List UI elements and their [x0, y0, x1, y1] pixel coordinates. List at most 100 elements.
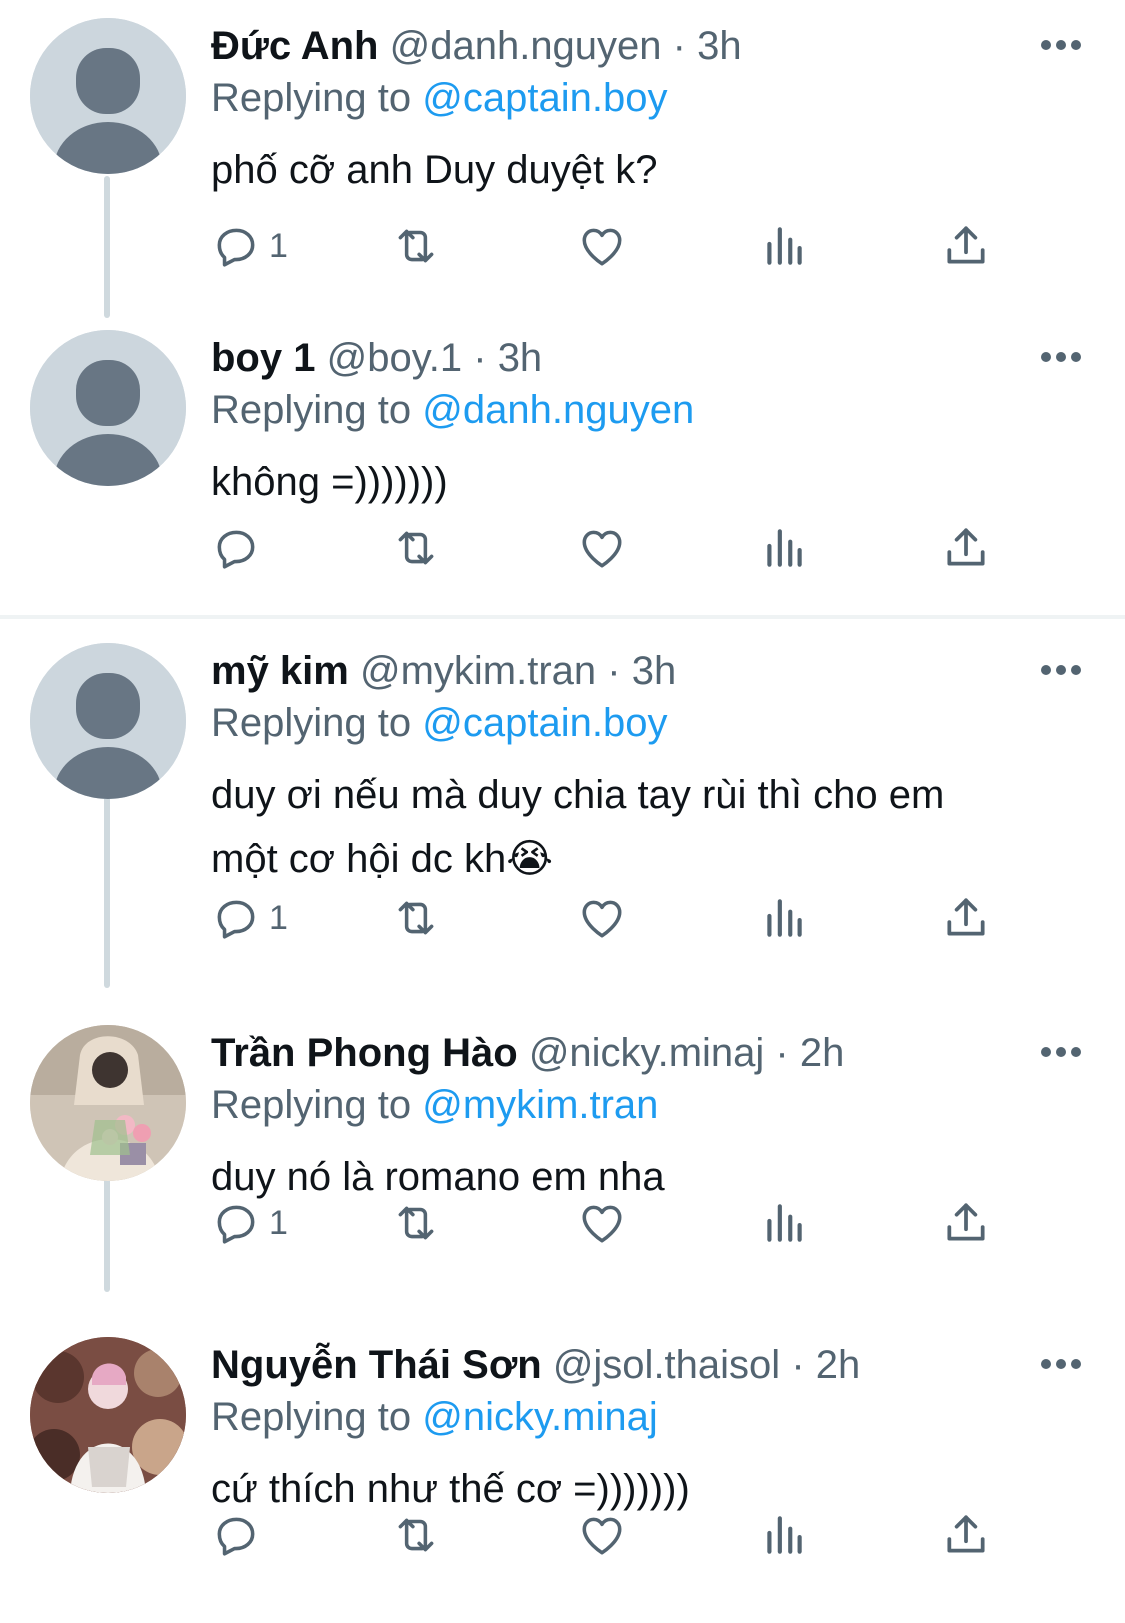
- tweet-header: Nguyễn Thái Sơn @jsol.thaisol · 2h: [211, 1341, 1005, 1389]
- action-bar: [211, 1505, 1025, 1565]
- views-button[interactable]: [759, 518, 809, 578]
- replying-to-label: Replying to: [211, 1395, 412, 1439]
- avatar[interactable]: [30, 643, 186, 799]
- share-button[interactable]: [941, 216, 991, 276]
- retweet-icon: [391, 1198, 441, 1248]
- replying-to-line: Replying to @danh.nguyen: [211, 386, 1085, 434]
- like-button[interactable]: [577, 216, 627, 276]
- action-bar: 1: [211, 888, 1025, 948]
- share-icon: [941, 523, 991, 573]
- display-name[interactable]: mỹ kim: [211, 649, 349, 693]
- user-handle[interactable]: @jsol.thaisol: [553, 1343, 780, 1387]
- retweet-button[interactable]: [391, 216, 441, 276]
- retweet-button[interactable]: [391, 888, 441, 948]
- bar-chart-icon: [759, 1510, 809, 1560]
- share-button[interactable]: [941, 888, 991, 948]
- share-button[interactable]: [941, 1193, 991, 1253]
- tweet[interactable]: boy 1 @boy.1 · 3h Replying to @danh.nguy…: [0, 312, 1125, 615]
- timestamp[interactable]: 2h: [800, 1031, 845, 1075]
- tweet[interactable]: Đức Anh @danh.nguyen · 3h Replying to @c…: [0, 0, 1125, 312]
- replying-to-mention[interactable]: @captain.boy: [422, 701, 667, 745]
- reply-button[interactable]: 1: [211, 216, 288, 276]
- share-button[interactable]: [941, 518, 991, 578]
- tweet[interactable]: Nguyễn Thái Sơn @jsol.thaisol · 2h Reply…: [0, 1319, 1125, 1623]
- reply-icon: [211, 1510, 261, 1560]
- display-name[interactable]: Trần Phong Hào: [211, 1031, 518, 1075]
- replying-to-line: Replying to @nicky.minaj: [211, 1393, 1085, 1441]
- reply-icon: [211, 893, 261, 943]
- tweet-header: Trần Phong Hào @nicky.minaj · 2h: [211, 1029, 1005, 1077]
- like-button[interactable]: [577, 1505, 627, 1565]
- reply-button[interactable]: [211, 518, 269, 578]
- more-options-icon[interactable]: [1041, 352, 1081, 364]
- replying-to-mention[interactable]: @danh.nguyen: [422, 388, 694, 432]
- tweet-text: không =))))))): [211, 460, 448, 504]
- more-options-icon[interactable]: [1041, 1359, 1081, 1371]
- views-button[interactable]: [759, 216, 809, 276]
- share-icon: [941, 221, 991, 271]
- heart-icon: [577, 523, 627, 573]
- avatar[interactable]: [30, 1337, 186, 1493]
- timestamp[interactable]: 2h: [816, 1343, 861, 1387]
- display-name[interactable]: boy 1: [211, 336, 315, 380]
- avatar[interactable]: [30, 1025, 186, 1181]
- replying-to-label: Replying to: [211, 388, 412, 432]
- user-handle[interactable]: @boy.1: [327, 336, 463, 380]
- like-button[interactable]: [577, 518, 627, 578]
- replying-to-mention[interactable]: @captain.boy: [422, 76, 667, 120]
- tweet[interactable]: mỹ kim @mykim.tran · 3h Replying to @cap…: [0, 625, 1125, 1007]
- user-handle[interactable]: @danh.nguyen: [390, 24, 662, 68]
- user-handle[interactable]: @nicky.minaj: [529, 1031, 764, 1075]
- replying-to-line: Replying to @mykim.tran: [211, 1081, 1085, 1129]
- reply-button[interactable]: 1: [211, 1193, 288, 1253]
- reply-count: 1: [269, 899, 288, 937]
- default-avatar-icon: [30, 18, 186, 174]
- like-button[interactable]: [577, 888, 627, 948]
- bar-chart-icon: [759, 1198, 809, 1248]
- retweet-icon: [391, 893, 441, 943]
- views-button[interactable]: [759, 1193, 809, 1253]
- bar-chart-icon: [759, 893, 809, 943]
- replying-to-mention[interactable]: @nicky.minaj: [422, 1395, 657, 1439]
- more-options-icon[interactable]: [1041, 1047, 1081, 1059]
- heart-icon: [577, 1510, 627, 1560]
- reply-thread-feed: Đức Anh @danh.nguyen · 3h Replying to @c…: [0, 0, 1125, 1623]
- share-icon: [941, 1510, 991, 1560]
- more-options-icon[interactable]: [1041, 665, 1081, 677]
- profile-photo: [30, 1337, 186, 1493]
- replying-to-mention[interactable]: @mykim.tran: [422, 1083, 658, 1127]
- tweet[interactable]: Trần Phong Hào @nicky.minaj · 2h Replyin…: [0, 1007, 1125, 1319]
- display-name[interactable]: Đức Anh: [211, 24, 378, 68]
- default-avatar-icon: [30, 643, 186, 799]
- avatar[interactable]: [30, 330, 186, 486]
- timestamp[interactable]: 3h: [632, 649, 677, 693]
- views-button[interactable]: [759, 888, 809, 948]
- heart-icon: [577, 221, 627, 271]
- user-handle[interactable]: @mykim.tran: [360, 649, 596, 693]
- avatar[interactable]: [30, 18, 186, 174]
- tweet-text: duy ơi nếu mà duy chia tay rùi thì cho e…: [211, 763, 1065, 891]
- reply-icon: [211, 1198, 261, 1248]
- more-options-icon[interactable]: [1041, 40, 1081, 52]
- views-button[interactable]: [759, 1505, 809, 1565]
- tweet-header: mỹ kim @mykim.tran · 3h: [211, 647, 1005, 695]
- replying-to-line: Replying to @captain.boy: [211, 74, 1085, 122]
- display-name[interactable]: Nguyễn Thái Sơn: [211, 1343, 542, 1387]
- retweet-button[interactable]: [391, 1193, 441, 1253]
- like-button[interactable]: [577, 1193, 627, 1253]
- retweet-button[interactable]: [391, 1505, 441, 1565]
- separator-dot: ·: [473, 336, 487, 380]
- separator-dot: ·: [775, 1031, 789, 1075]
- reply-count: 1: [269, 1204, 288, 1242]
- separator-dot: ·: [672, 24, 686, 68]
- replying-to-label: Replying to: [211, 701, 412, 745]
- separator-dot: ·: [791, 1343, 805, 1387]
- share-button[interactable]: [941, 1505, 991, 1565]
- retweet-button[interactable]: [391, 518, 441, 578]
- replying-to-label: Replying to: [211, 1083, 412, 1127]
- tweet-text-line: một cơ hội dc kh😭: [211, 837, 553, 881]
- reply-button[interactable]: 1: [211, 888, 288, 948]
- timestamp[interactable]: 3h: [697, 24, 742, 68]
- reply-button[interactable]: [211, 1505, 269, 1565]
- timestamp[interactable]: 3h: [498, 336, 543, 380]
